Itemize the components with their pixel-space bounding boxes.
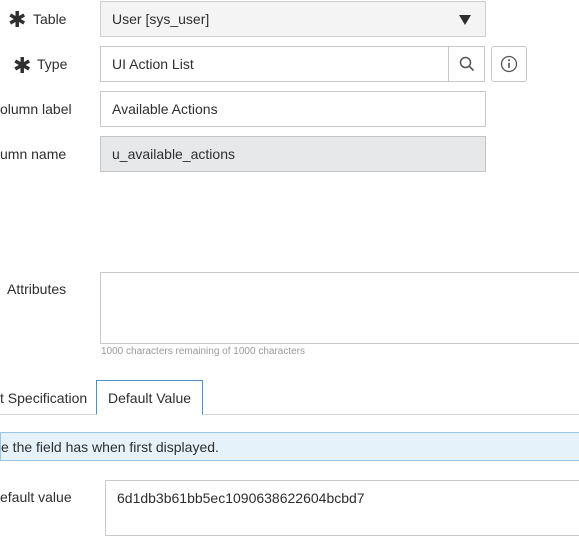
attributes-label: Attributes: [7, 281, 67, 297]
default-value-value: 6d1db3b61bb5ec1090638622604bcbd7: [117, 490, 365, 506]
type-input-value: UI Action List: [112, 56, 194, 72]
type-lookup-button[interactable]: [448, 46, 485, 82]
column-label-label: olumn label: [0, 101, 72, 117]
attributes-textarea[interactable]: [100, 272, 579, 344]
column-label-value: Available Actions: [112, 101, 218, 117]
tab-choice-list-specification[interactable]: t Specification: [0, 381, 87, 415]
table-label: Table: [33, 11, 67, 27]
tab-label: t Specification: [0, 390, 88, 406]
section-info-text: e the field has when first displayed.: [1, 438, 219, 455]
column-name-label: umn name: [0, 146, 67, 162]
tab-label: Default Value: [108, 389, 192, 406]
type-label: Type: [37, 56, 68, 72]
default-value-label: efault value: [0, 489, 72, 505]
required-marker-table: ✱: [8, 7, 27, 32]
type-info-button[interactable]: [491, 46, 527, 82]
type-reference-input[interactable]: UI Action List: [100, 46, 449, 82]
column-name-input: u_available_actions: [100, 136, 486, 172]
tab-default-value[interactable]: Default Value: [96, 380, 204, 415]
column-name-value: u_available_actions: [112, 146, 235, 162]
info-icon: [500, 55, 518, 73]
table-select[interactable]: User [sys_user]: [100, 1, 486, 37]
search-icon: [459, 56, 474, 72]
required-marker-type: ✱: [13, 53, 32, 78]
attributes-char-counter: 1000 characters remaining of 1000 charac…: [101, 346, 306, 357]
table-select-value: User [sys_user]: [112, 11, 210, 27]
chevron-down-icon: [459, 15, 471, 25]
column-label-input[interactable]: Available Actions: [100, 91, 486, 127]
default-value-textarea[interactable]: 6d1db3b61bb5ec1090638622604bcbd7: [105, 480, 579, 536]
section-info-message: e the field has when first displayed.: [0, 432, 579, 461]
